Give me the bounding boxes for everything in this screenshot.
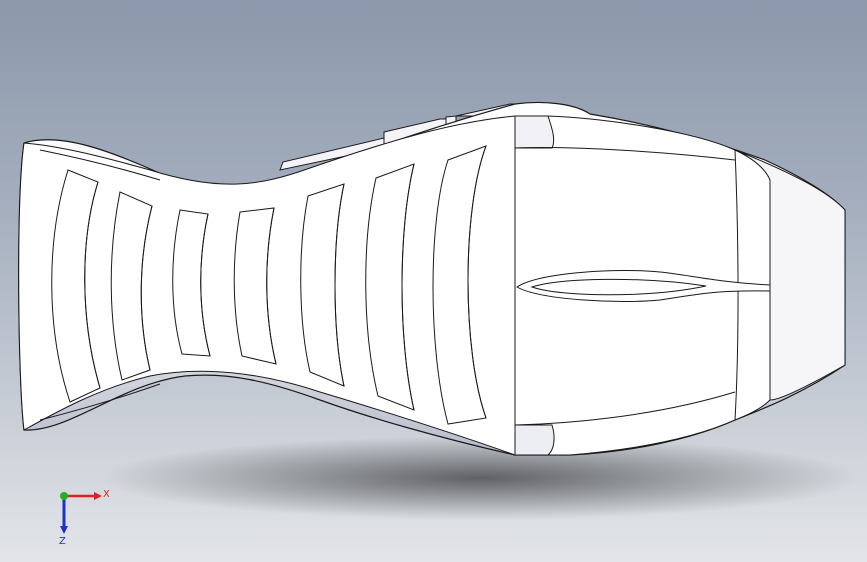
y-axis-dot [60,492,68,500]
3d-model-view[interactable] [0,0,867,562]
x-axis-arrow [94,492,102,500]
z-axis-label: Z [59,536,66,546]
z-axis-arrow [60,526,68,534]
model-shadow [100,436,860,520]
x-axis-label: X [103,489,110,500]
axis-triad: X Z [59,489,110,546]
graphics-viewport[interactable]: X Z [0,0,867,562]
